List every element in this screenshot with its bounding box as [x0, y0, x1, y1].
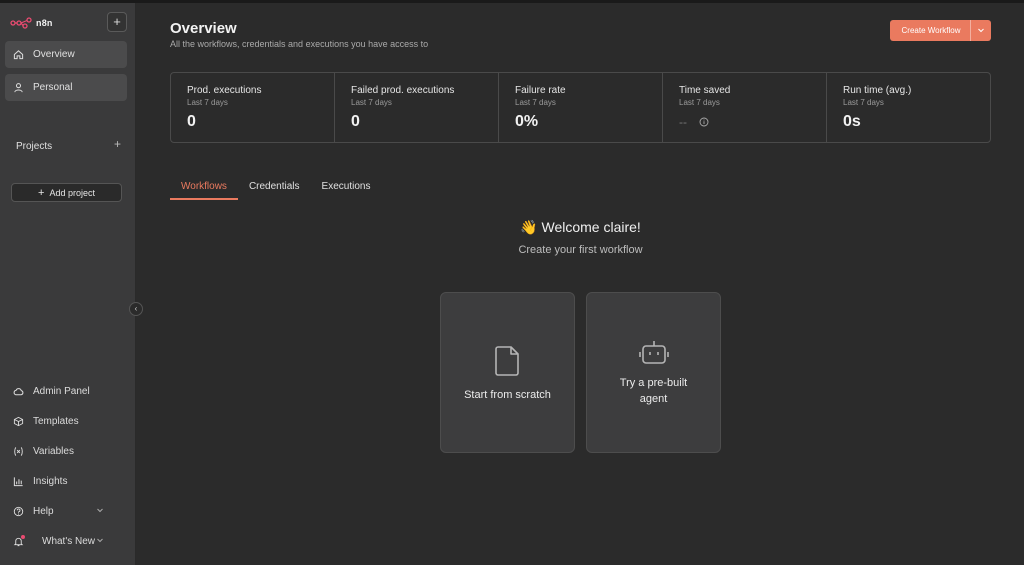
projects-label: Projects [16, 141, 53, 152]
card-label: Try a pre-built agent [619, 377, 688, 405]
sidebar-item-insights[interactable]: Insights [13, 473, 123, 489]
sidebar-item-label: Variables [33, 445, 74, 457]
chevron-down-icon [978, 28, 984, 32]
new-item-button[interactable]: + [107, 12, 127, 32]
notification-dot [21, 534, 25, 539]
stat-time-saved[interactable]: Time saved Last 7 days -- [663, 73, 827, 142]
stat-label: Failure rate [515, 85, 566, 96]
stat-period: Last 7 days [843, 98, 884, 107]
stat-value: 0 [187, 113, 196, 130]
stat-failed-prod-executions[interactable]: Failed prod. executions Last 7 days 0 [335, 73, 499, 142]
user-icon [14, 83, 23, 93]
stat-value: 0% [515, 113, 539, 130]
stat-run-time-avg[interactable]: Run time (avg.) Last 7 days 0s [827, 73, 990, 142]
stat-period: Last 7 days [679, 98, 720, 107]
stat-failure-rate[interactable]: Failure rate Last 7 days 0% [499, 73, 663, 142]
info-icon[interactable] [699, 117, 709, 127]
logo[interactable]: n8n [10, 13, 53, 33]
sidebar-item-label: Insights [33, 475, 68, 487]
logo-text: n8n [36, 18, 53, 28]
stat-value: -- [679, 115, 687, 129]
stat-label: Run time (avg.) [843, 85, 912, 96]
create-workflow-dropdown[interactable] [971, 26, 991, 36]
page-subtitle: All the workflows, credentials and execu… [170, 39, 429, 49]
file-icon [494, 346, 519, 376]
sidebar-item-label: Templates [33, 415, 79, 427]
help-icon [13, 506, 24, 516]
sidebar-item-personal[interactable]: Personal [5, 74, 127, 101]
app-root: n8n + Overview Personal Projects + + Add… [0, 0, 1024, 565]
stat-label: Time saved [679, 85, 731, 96]
sidebar: n8n + Overview Personal Projects + + Add… [0, 3, 136, 565]
chevron-down-icon [97, 508, 103, 513]
sidebar-item-overview[interactable]: Overview [5, 41, 127, 68]
sidebar-item-templates[interactable]: Templates [13, 413, 123, 429]
cloud-icon [13, 387, 24, 395]
box-icon [13, 416, 24, 426]
welcome-subtitle: Create your first workflow [518, 244, 643, 256]
stat-period: Last 7 days [515, 98, 556, 107]
add-project-label: Add project [49, 187, 95, 198]
stat-value: 0s [843, 113, 861, 130]
sidebar-item-label: Overview [33, 49, 75, 60]
tab-credentials[interactable]: Credentials [238, 181, 311, 200]
pre-built-agent-card[interactable]: Try a pre-built agent [586, 292, 721, 453]
stat-label: Prod. executions [187, 85, 262, 96]
sidebar-item-help[interactable]: Help [13, 503, 123, 519]
stat-period: Last 7 days [187, 98, 228, 107]
sidebar-item-label: Help [33, 505, 54, 517]
add-project-plus-icon[interactable]: + [114, 137, 121, 151]
add-project-button[interactable]: + Add project [11, 183, 122, 202]
page-title: Overview [170, 20, 237, 37]
collapse-sidebar-button[interactable]: ‹ [129, 302, 143, 316]
stat-prod-executions[interactable]: Prod. executions Last 7 days 0 [171, 73, 335, 142]
sidebar-item-variables[interactable]: Variables [13, 443, 123, 459]
stat-period: Last 7 days [351, 98, 392, 107]
stat-label: Failed prod. executions [351, 85, 455, 96]
create-workflow-label: Create Workflow [890, 20, 971, 41]
chevron-down-icon [97, 538, 103, 543]
sidebar-item-whats-new[interactable]: What's New [13, 533, 123, 549]
sidebar-item-label: Admin Panel [33, 385, 90, 397]
create-workflow-button[interactable]: Create Workflow [890, 20, 991, 41]
bar-chart-icon [13, 476, 23, 486]
sidebar-item-admin-panel[interactable]: Admin Panel [13, 383, 123, 399]
main-content: Overview All the workflows, credentials … [137, 3, 1024, 565]
card-label: Start from scratch [464, 389, 551, 401]
sidebar-item-label: What's New [42, 535, 96, 547]
plus-icon: + [38, 186, 45, 199]
bell-icon-wrap [13, 534, 33, 547]
stat-value-wrap: -- [679, 115, 826, 129]
n8n-logo-icon [10, 17, 32, 29]
home-icon [13, 50, 24, 60]
stat-value: 0 [351, 113, 360, 130]
start-from-scratch-card[interactable]: Start from scratch [440, 292, 575, 453]
tab-workflows[interactable]: Workflows [170, 181, 238, 200]
robot-icon [638, 341, 669, 364]
welcome-title: 👋 Welcome claire! [520, 219, 641, 235]
sidebar-item-label: Personal [33, 82, 73, 93]
stats-summary: Prod. executions Last 7 days 0 Failed pr… [170, 72, 991, 143]
variable-icon [14, 446, 23, 456]
tab-executions[interactable]: Executions [311, 181, 382, 200]
tabs: Workflows Credentials Executions [170, 181, 381, 200]
